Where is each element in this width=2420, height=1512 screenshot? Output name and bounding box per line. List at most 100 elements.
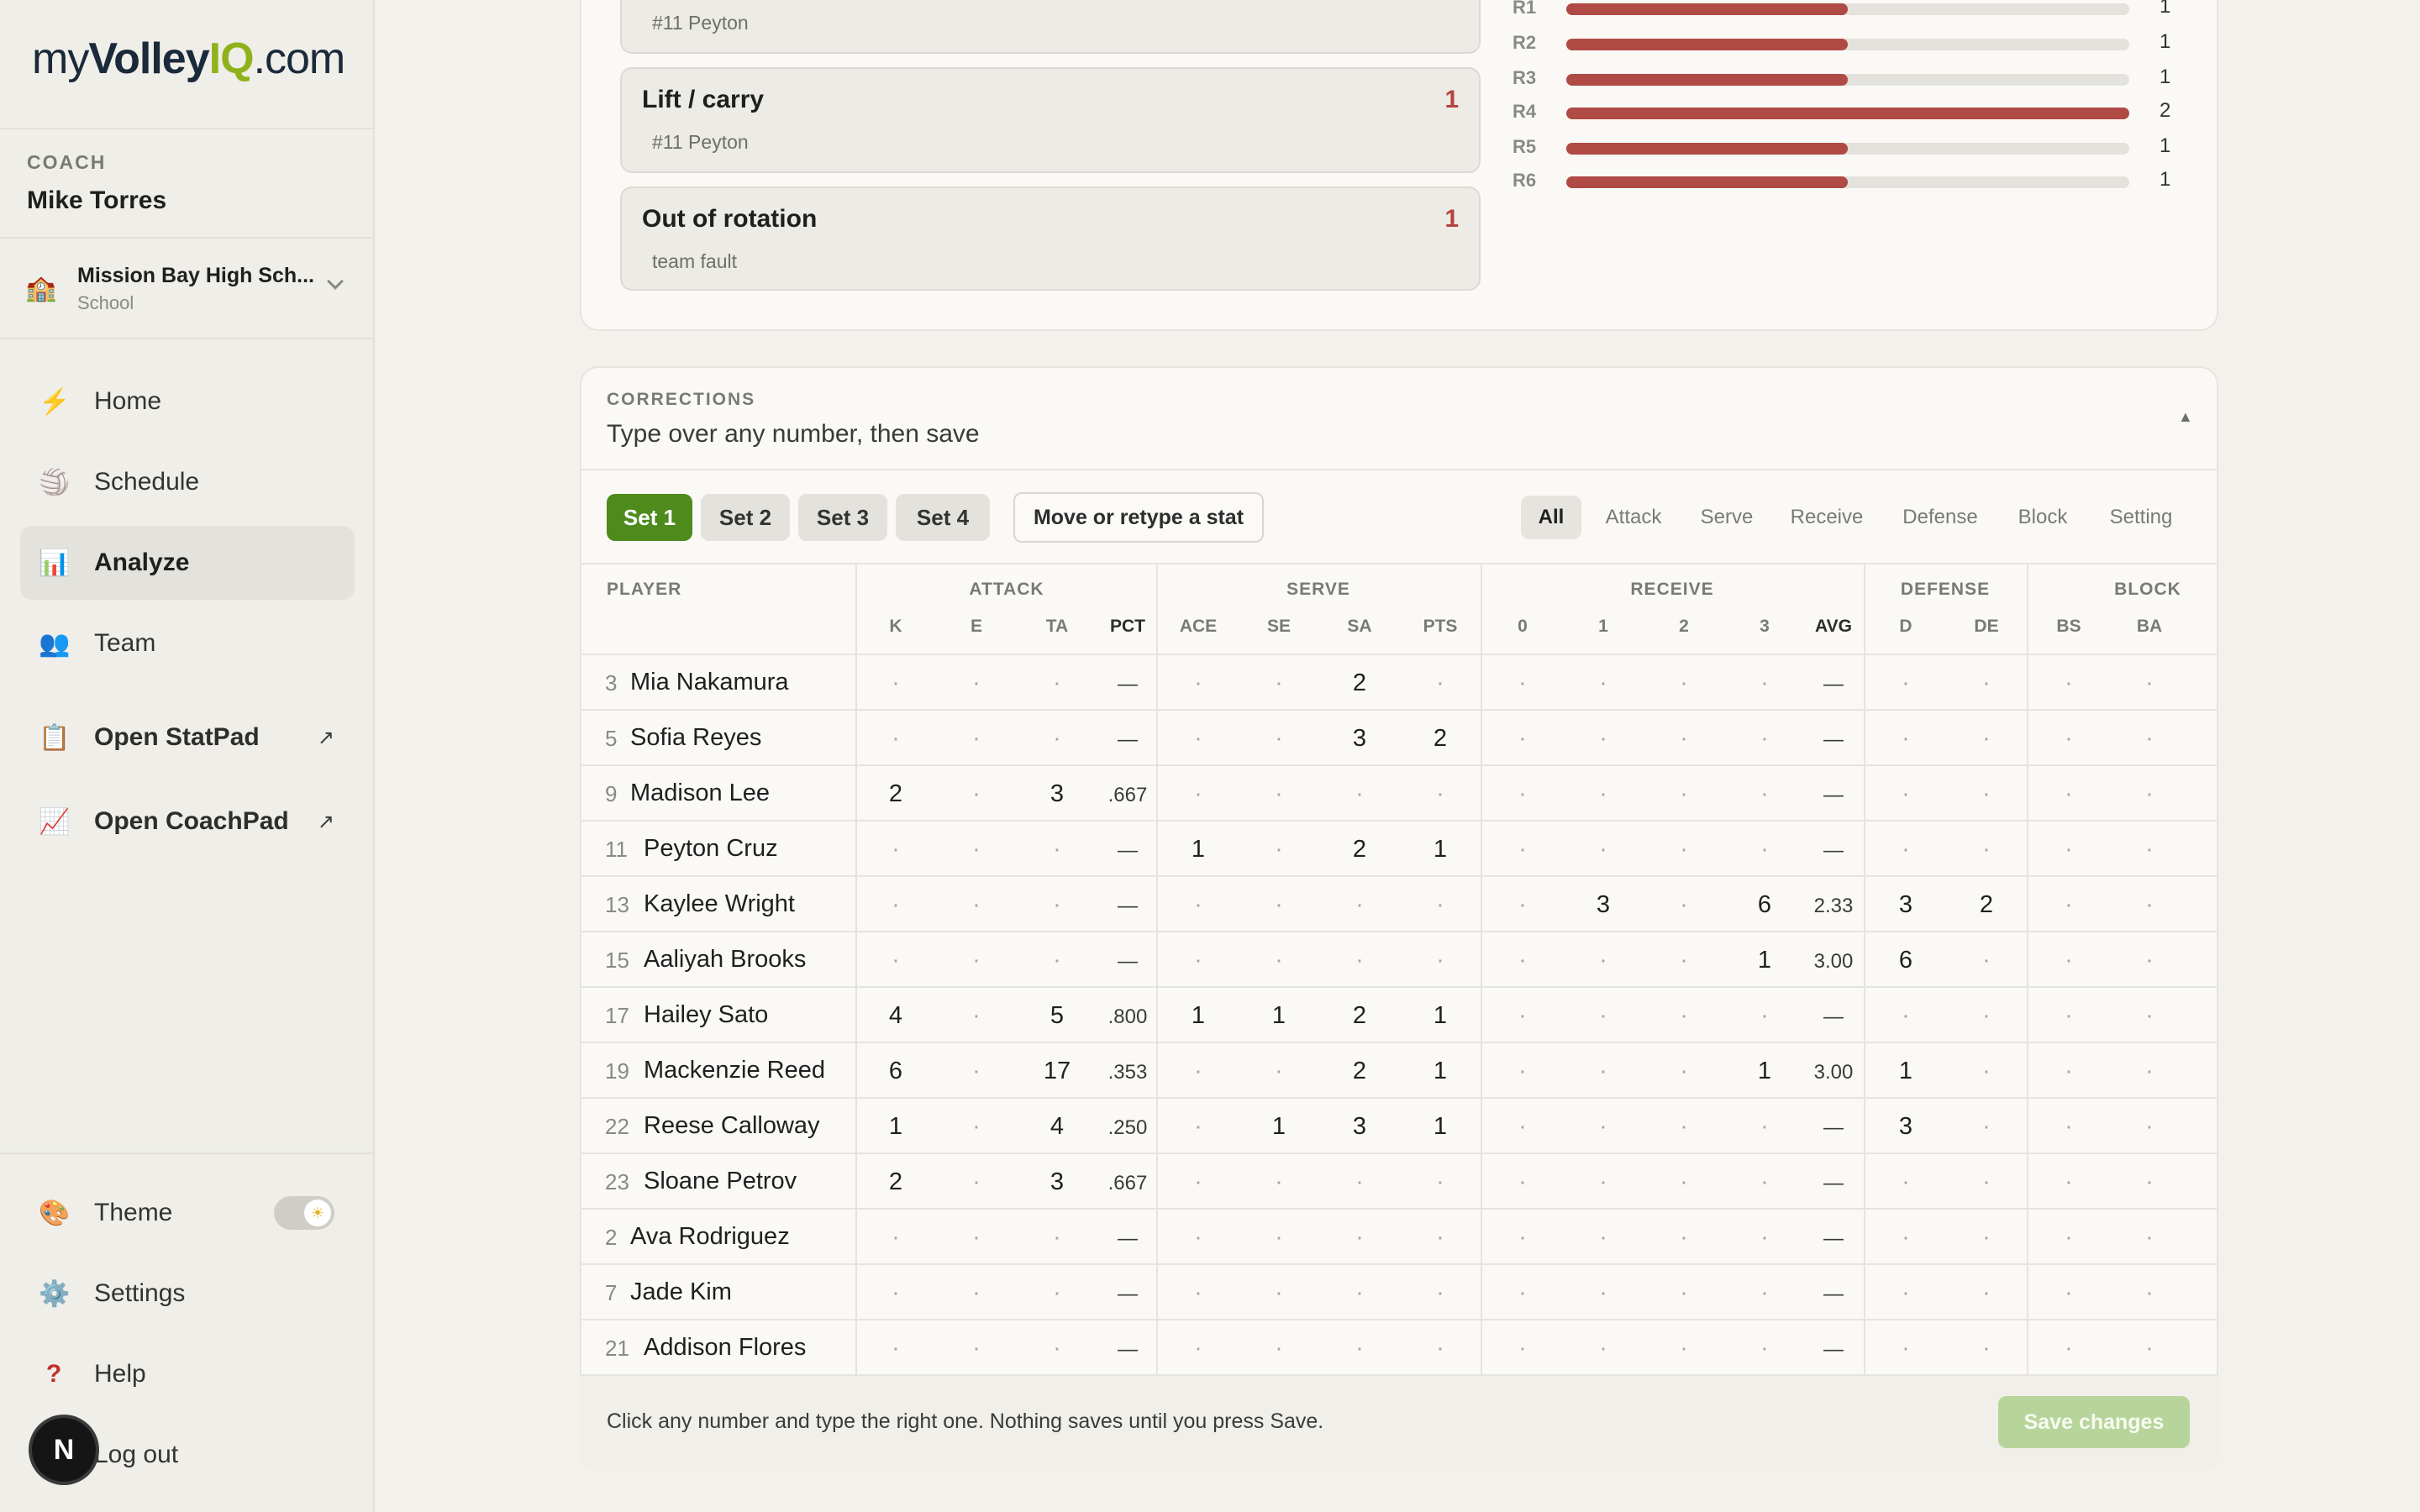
stat-cell[interactable]: · bbox=[1245, 836, 1313, 864]
stat-cell[interactable]: — bbox=[1094, 1227, 1161, 1251]
filter-tab[interactable]: Block bbox=[2002, 496, 2084, 539]
stat-cell[interactable]: · bbox=[1245, 669, 1313, 697]
stat-cell[interactable]: 5 bbox=[1023, 1002, 1091, 1030]
stat-cell[interactable]: 6 bbox=[862, 1058, 929, 1085]
stat-cell[interactable]: · bbox=[1953, 725, 2020, 753]
stat-cell[interactable]: 6 bbox=[1731, 891, 1798, 919]
stat-cell[interactable]: · bbox=[1407, 780, 1474, 808]
set-tab[interactable]: Set 3 bbox=[798, 494, 887, 541]
stat-cell[interactable]: · bbox=[1953, 1058, 2020, 1085]
stat-cell[interactable]: · bbox=[1872, 1335, 1939, 1362]
filter-tab[interactable]: Attack bbox=[1590, 496, 1677, 539]
brand-logo[interactable]: myVolleyIQ.com bbox=[32, 34, 345, 84]
stat-cell[interactable]: · bbox=[1489, 1002, 1556, 1030]
stat-cell[interactable]: · bbox=[2035, 669, 2102, 697]
stat-cell[interactable]: 1 bbox=[1407, 1002, 1474, 1030]
stat-cell[interactable]: · bbox=[2035, 947, 2102, 974]
stat-cell[interactable]: · bbox=[1953, 836, 2020, 864]
stat-cell[interactable]: 1 bbox=[1407, 836, 1474, 864]
stat-cell[interactable]: · bbox=[1407, 1168, 1474, 1196]
stat-cell[interactable]: · bbox=[1570, 1168, 1637, 1196]
stat-cell[interactable]: · bbox=[1731, 725, 1798, 753]
stat-cell[interactable]: · bbox=[1326, 1224, 1393, 1252]
stat-cell[interactable]: · bbox=[2035, 1168, 2102, 1196]
stat-cell[interactable]: · bbox=[1953, 1113, 2020, 1141]
stat-cell[interactable]: · bbox=[1407, 1279, 1474, 1307]
filter-tab[interactable]: All bbox=[1521, 496, 1581, 539]
nav-home[interactable]: ⚡ Home bbox=[20, 365, 355, 438]
stat-cell[interactable]: · bbox=[1165, 780, 1232, 808]
stat-cell[interactable]: · bbox=[1326, 1335, 1393, 1362]
stat-cell[interactable]: — bbox=[1094, 950, 1161, 974]
stat-cell[interactable]: · bbox=[1731, 1335, 1798, 1362]
nav-open-coachpad[interactable]: 📈 Open CoachPad ↗ bbox=[20, 785, 355, 858]
stat-cell[interactable]: — bbox=[1094, 1283, 1161, 1306]
stat-cell[interactable]: · bbox=[1731, 780, 1798, 808]
stat-cell[interactable]: 3 bbox=[1023, 780, 1091, 808]
theme-toggle[interactable]: ☀ bbox=[274, 1196, 334, 1230]
filter-tab[interactable]: Serve bbox=[1684, 496, 1770, 539]
stat-cell[interactable]: 2 bbox=[1407, 725, 1474, 753]
stat-cell[interactable]: · bbox=[2116, 836, 2183, 864]
stat-cell[interactable]: · bbox=[862, 1335, 929, 1362]
stat-cell[interactable]: 4 bbox=[862, 1002, 929, 1030]
nav-open-statpad[interactable]: 📋 Open StatPad ↗ bbox=[20, 701, 355, 774]
stat-cell[interactable]: · bbox=[1165, 1224, 1232, 1252]
nav-team[interactable]: 👥 Team bbox=[20, 606, 355, 680]
filter-tab[interactable]: Defense bbox=[1884, 496, 1996, 539]
stat-cell[interactable]: · bbox=[2035, 780, 2102, 808]
nav-analyze[interactable]: 📊 Analyze bbox=[20, 526, 355, 600]
stat-cell[interactable]: 1 bbox=[1245, 1113, 1313, 1141]
stat-cell[interactable]: · bbox=[2116, 725, 2183, 753]
stat-cell[interactable]: 3 bbox=[1872, 1113, 1939, 1141]
stat-cell[interactable]: · bbox=[2116, 1224, 2183, 1252]
stat-cell[interactable]: 1 bbox=[1407, 1058, 1474, 1085]
stat-cell[interactable]: · bbox=[1731, 1168, 1798, 1196]
stat-cell[interactable]: · bbox=[943, 1279, 1010, 1307]
stat-cell[interactable]: · bbox=[1650, 1113, 1718, 1141]
stat-cell[interactable]: — bbox=[1800, 784, 1867, 807]
stat-cell[interactable]: · bbox=[2035, 725, 2102, 753]
stat-cell[interactable]: · bbox=[1872, 1224, 1939, 1252]
stat-cell[interactable]: · bbox=[2116, 1168, 2183, 1196]
stat-cell[interactable]: · bbox=[1245, 1224, 1313, 1252]
stat-cell[interactable]: 2.33 bbox=[1800, 895, 1867, 918]
avatar-badge[interactable]: N bbox=[32, 1418, 96, 1482]
stat-cell[interactable]: 3 bbox=[1570, 891, 1637, 919]
stat-cell[interactable]: · bbox=[1872, 1002, 1939, 1030]
stat-cell[interactable]: · bbox=[1489, 891, 1556, 919]
stat-cell[interactable]: · bbox=[1650, 1058, 1718, 1085]
stat-cell[interactable]: · bbox=[1489, 1058, 1556, 1085]
stat-cell[interactable]: · bbox=[1570, 1058, 1637, 1085]
stat-cell[interactable]: · bbox=[2035, 1224, 2102, 1252]
stat-cell[interactable]: · bbox=[1489, 725, 1556, 753]
stat-cell[interactable]: · bbox=[1953, 1279, 2020, 1307]
stat-cell[interactable]: · bbox=[1731, 1224, 1798, 1252]
stat-cell[interactable]: · bbox=[862, 836, 929, 864]
stat-cell[interactable]: · bbox=[1570, 1335, 1637, 1362]
stat-cell[interactable]: · bbox=[1953, 780, 2020, 808]
stat-cell[interactable]: · bbox=[1650, 1224, 1718, 1252]
stat-cell[interactable]: · bbox=[1326, 1168, 1393, 1196]
stat-cell[interactable]: · bbox=[1326, 947, 1393, 974]
stat-cell[interactable]: 1 bbox=[1407, 1113, 1474, 1141]
stat-cell[interactable]: · bbox=[1953, 1335, 2020, 1362]
stat-cell[interactable]: .667 bbox=[1094, 784, 1161, 807]
stat-cell[interactable]: · bbox=[1570, 836, 1637, 864]
stat-cell[interactable]: · bbox=[2035, 1335, 2102, 1362]
stat-cell[interactable]: · bbox=[2116, 891, 2183, 919]
stat-cell[interactable]: — bbox=[1800, 1172, 1867, 1195]
stat-cell[interactable]: · bbox=[943, 1224, 1010, 1252]
nav-schedule[interactable]: 🏐 Schedule bbox=[20, 445, 355, 519]
stat-cell[interactable]: · bbox=[1570, 725, 1637, 753]
stat-cell[interactable]: · bbox=[1650, 891, 1718, 919]
stat-cell[interactable]: · bbox=[862, 725, 929, 753]
stat-cell[interactable]: · bbox=[943, 725, 1010, 753]
stat-cell[interactable]: — bbox=[1094, 1338, 1161, 1362]
stat-cell[interactable]: · bbox=[2035, 1113, 2102, 1141]
stat-cell[interactable]: 1 bbox=[1872, 1058, 1939, 1085]
stat-cell[interactable]: · bbox=[2035, 1279, 2102, 1307]
stat-cell[interactable]: 3 bbox=[1872, 891, 1939, 919]
stat-cell[interactable]: · bbox=[1165, 669, 1232, 697]
stat-cell[interactable]: · bbox=[943, 836, 1010, 864]
